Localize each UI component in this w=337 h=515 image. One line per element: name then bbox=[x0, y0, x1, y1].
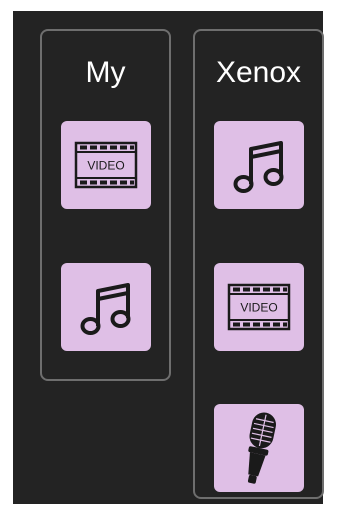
tile-xenox-music[interactable] bbox=[214, 121, 304, 209]
video-film-icon: VIDEO bbox=[227, 283, 291, 331]
media-screen: My VIDEO Xenox VIDEO bbox=[13, 11, 324, 504]
tile-my-video[interactable]: VIDEO bbox=[61, 121, 151, 209]
panel-title-xenox: Xenox bbox=[215, 56, 302, 89]
tile-xenox-video[interactable]: VIDEO bbox=[214, 263, 304, 351]
video-icon-label: VIDEO bbox=[240, 301, 277, 315]
video-film-icon: VIDEO bbox=[74, 141, 138, 189]
panel-title-my: My bbox=[85, 56, 126, 89]
panel-xenox: Xenox VIDEO bbox=[193, 29, 324, 499]
tile-xenox-microphone[interactable] bbox=[214, 404, 304, 492]
tile-my-music[interactable] bbox=[61, 263, 151, 351]
panel-my: My VIDEO bbox=[40, 29, 171, 381]
music-note-icon bbox=[80, 283, 131, 335]
video-icon-label: VIDEO bbox=[87, 159, 124, 173]
music-note-icon bbox=[233, 141, 284, 193]
microphone-icon bbox=[247, 412, 276, 484]
